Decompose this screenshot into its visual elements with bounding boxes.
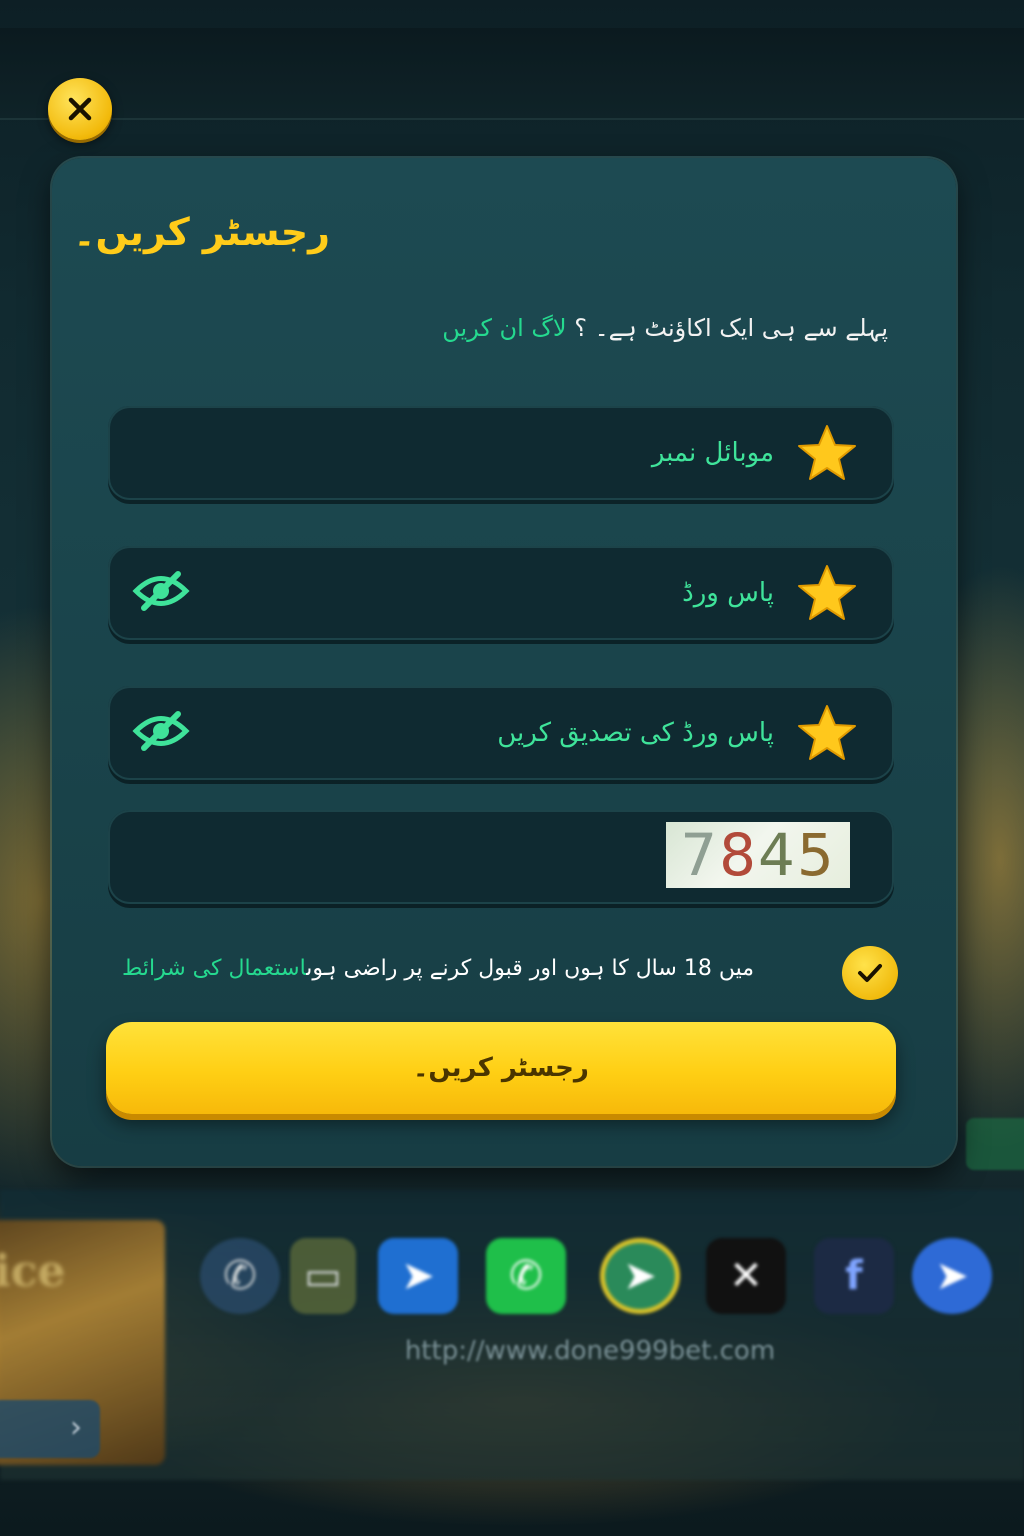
mobile-number-input[interactable] [138, 426, 774, 480]
close-icon [68, 97, 92, 121]
background-game-card-text: ice [0, 1246, 66, 1297]
viber-icon: ✆ [200, 1238, 280, 1314]
captcha-digit: 4 [758, 821, 797, 889]
facebook-icon: f [814, 1238, 894, 1314]
telegram-alt-icon: ➤ [600, 1238, 680, 1314]
terms-text: میں 18 سال کا ہوں اور قبول کرنے پر راضی … [306, 956, 754, 981]
captcha-input[interactable] [138, 830, 604, 884]
telegram-icon: ➤ [378, 1238, 458, 1314]
terms-of-use-link[interactable]: استعمال کی شرائط [122, 956, 306, 981]
telegram-blue-icon: ➤ [912, 1238, 992, 1314]
register-button[interactable]: رجسٹر کریں۔ [106, 1022, 896, 1114]
dialog-title: رجسٹر کریں۔ [73, 210, 330, 254]
captcha-digit: 8 [719, 821, 758, 889]
background-arrow-button: › [0, 1400, 100, 1458]
terms-checkbox[interactable] [842, 946, 898, 1000]
confirm-password-input[interactable] [208, 706, 774, 760]
required-star-icon [798, 565, 856, 620]
login-link[interactable]: لاگ ان کریں [442, 314, 566, 342]
captcha-image[interactable]: 7 8 4 5 [666, 821, 850, 889]
whatsapp-icon: ✆ [486, 1238, 566, 1314]
mobile-field-container [108, 406, 894, 500]
close-button[interactable] [48, 78, 112, 140]
password-field-container [108, 546, 894, 640]
required-star-icon [798, 705, 856, 760]
video-icon: ▭ [290, 1238, 356, 1314]
register-button-label: رجسٹر کریں۔ [413, 1053, 589, 1083]
password-input[interactable] [208, 566, 774, 620]
captcha-digit: 7 [680, 821, 720, 889]
background-pill [966, 1118, 1024, 1170]
captcha-digit: 5 [796, 821, 836, 889]
login-prompt-text: پہلے سے ہی ایک اکاؤنٹ ہے۔ ؟ [566, 314, 888, 342]
captcha-field-container: 7 8 4 5 [108, 810, 894, 904]
register-dialog: رجسٹر کریں۔ پہلے سے ہی ایک اکاؤنٹ ہے۔ ؟ … [52, 158, 956, 1166]
terms-row: میں 18 سال کا ہوں اور قبول کرنے پر راضی … [108, 944, 898, 1000]
confirm-password-field-container [108, 686, 894, 780]
eye-off-icon[interactable] [132, 708, 190, 754]
background-url: http://www.done999bet.com [404, 1336, 776, 1366]
checkmark-icon [858, 964, 882, 982]
eye-off-icon[interactable] [132, 568, 190, 614]
x-icon: ✕ [706, 1238, 786, 1314]
required-star-icon [798, 425, 856, 480]
login-prompt-line: پہلے سے ہی ایک اکاؤنٹ ہے۔ ؟ لاگ ان کریں [328, 314, 888, 342]
terms-text-line: میں 18 سال کا ہوں اور قبول کرنے پر راضی … [94, 956, 754, 981]
background-social-row: ✆ ▭ ➤ ✆ ➤ ✕ f ➤ [190, 1238, 1020, 1322]
background-top-bar [0, 28, 1024, 120]
